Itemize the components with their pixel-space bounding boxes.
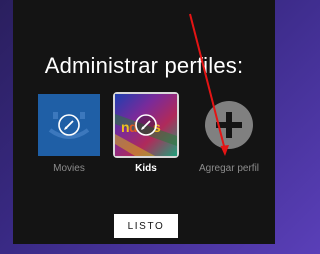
profile-kids[interactable]: n d s Kids [112,92,180,174]
profile-movies[interactable]: Movies [35,94,103,174]
manage-profiles-screen: Administrar perfiles: Movies n d s Kids … [13,0,275,244]
edit-pencil-icon[interactable] [115,94,177,156]
profile-label-movies: Movies [53,163,85,174]
plus-circle-icon[interactable] [198,94,260,156]
done-button[interactable]: LISTO [114,214,178,238]
add-profile-button[interactable] [198,94,260,156]
profile-label-kids: Kids [135,163,157,174]
add-profile[interactable]: Agregar perfil [189,94,269,174]
profile-avatar-movies[interactable] [38,94,100,156]
add-profile-label: Agregar perfil [198,163,260,174]
edit-pencil-icon[interactable] [38,94,100,156]
profile-avatar-kids[interactable]: n d s [113,92,179,158]
page-title: Administrar perfiles: [44,53,244,78]
